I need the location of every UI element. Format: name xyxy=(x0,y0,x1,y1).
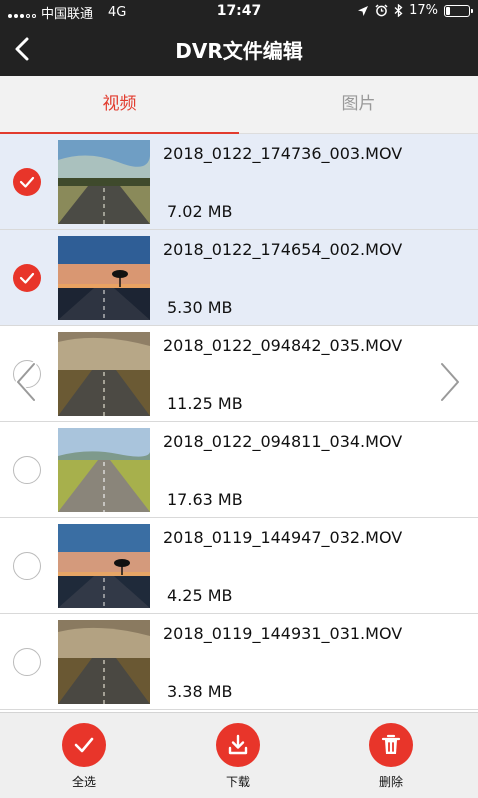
status-right: 17% xyxy=(357,3,473,18)
download-button[interactable]: 下载 xyxy=(203,723,273,790)
tab-video[interactable]: 视频 xyxy=(0,76,239,134)
video-thumbnail xyxy=(58,524,150,608)
file-name: 2018_0119_144947_032.MOV xyxy=(163,528,403,547)
page-title: DVR文件编辑 xyxy=(175,39,303,63)
checkmark-icon xyxy=(19,176,35,188)
file-row[interactable]: 2018_0119_144947_032.MOV 4.25 MB xyxy=(0,518,478,614)
select-all-button[interactable]: 全选 xyxy=(49,723,119,790)
status-bar: 中国联通 4G 17:47 17% xyxy=(0,0,478,22)
select-all-label: 全选 xyxy=(71,775,96,789)
selection-checkbox[interactable] xyxy=(13,648,41,676)
file-row[interactable]: 2018_0119_144931_031.MOV 3.38 MB xyxy=(0,614,478,710)
alarm-icon xyxy=(375,4,388,17)
delete-label: 删除 xyxy=(378,775,403,789)
download-icon xyxy=(228,734,248,755)
delete-circle[interactable] xyxy=(369,723,413,767)
trash-icon xyxy=(381,734,401,754)
video-thumbnail xyxy=(58,332,150,416)
battery-percent: 17% xyxy=(409,3,438,18)
selection-checkbox[interactable] xyxy=(13,552,41,580)
file-size: 4.25 MB xyxy=(167,586,233,605)
file-row[interactable]: 2018_0122_094811_034.MOV 17.63 MB xyxy=(0,422,478,518)
video-thumbnail xyxy=(58,236,150,320)
tab-photo[interactable]: 图片 xyxy=(239,76,478,134)
video-thumbnail xyxy=(58,428,150,512)
download-label: 下载 xyxy=(225,775,250,789)
bottom-toolbar: 全选 下载 删除 xyxy=(0,712,478,798)
battery-icon xyxy=(444,4,473,17)
file-size: 7.02 MB xyxy=(167,202,233,221)
file-size: 17.63 MB xyxy=(167,490,243,509)
file-row[interactable]: 2018_0122_174736_003.MOV 7.02 MB xyxy=(0,134,478,230)
nav-bar: DVR文件编辑 xyxy=(0,22,478,76)
file-name: 2018_0122_174736_003.MOV xyxy=(163,144,403,163)
video-thumbnail xyxy=(58,140,150,224)
file-row[interactable]: 2018_0122_094842_035.MOV 11.25 MB xyxy=(0,326,478,422)
previous-arrow-icon[interactable] xyxy=(12,360,44,404)
video-thumbnail xyxy=(58,620,150,704)
file-name: 2018_0122_094811_034.MOV xyxy=(163,432,403,451)
selection-checkbox[interactable] xyxy=(13,168,41,196)
file-name: 2018_0122_174654_002.MOV xyxy=(163,240,403,259)
delete-button[interactable]: 删除 xyxy=(356,723,426,790)
file-size: 3.38 MB xyxy=(167,682,233,701)
selection-checkbox[interactable] xyxy=(13,264,41,292)
battery-fill xyxy=(446,6,450,15)
file-name: 2018_0119_144931_031.MOV xyxy=(163,624,403,643)
select-all-circle[interactable] xyxy=(62,723,106,767)
file-list: 2018_0122_174736_003.MOV 7.02 MB 2018_01… xyxy=(0,134,478,710)
checkmark-icon xyxy=(74,737,94,753)
file-name: 2018_0122_094842_035.MOV xyxy=(163,336,403,355)
file-row[interactable]: 2018_0122_174654_002.MOV 5.30 MB xyxy=(0,230,478,326)
selection-checkbox[interactable] xyxy=(13,456,41,484)
file-size: 11.25 MB xyxy=(167,394,243,413)
download-circle[interactable] xyxy=(216,723,260,767)
tab-bar: 视频 图片 xyxy=(0,76,478,134)
next-arrow-icon[interactable] xyxy=(432,360,464,404)
location-arrow-icon xyxy=(358,5,369,16)
bluetooth-icon xyxy=(394,4,403,17)
file-size: 5.30 MB xyxy=(167,298,233,317)
checkmark-icon xyxy=(19,272,35,284)
